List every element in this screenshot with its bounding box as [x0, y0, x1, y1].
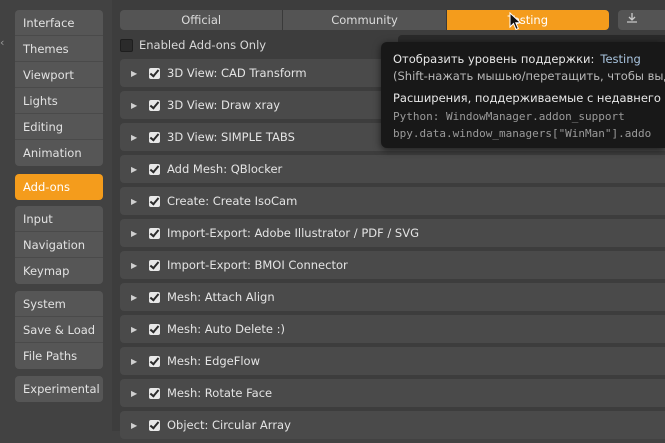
expand-arrow-icon[interactable]: ▶	[131, 325, 141, 334]
sidebar-item-editing[interactable]: Editing	[15, 114, 103, 140]
enable-checkbox[interactable]	[149, 355, 160, 367]
sidebar-item-file-paths[interactable]: File Paths	[15, 343, 103, 369]
tooltip-python-1: Python: WindowManager.addon_support	[393, 110, 625, 123]
sidebar-group-addons: Add-ons	[15, 174, 103, 200]
addon-row[interactable]: ▶ Mesh: Rotate Face	[120, 379, 665, 407]
enable-checkbox[interactable]	[149, 291, 160, 303]
enable-checkbox[interactable]	[149, 195, 160, 207]
enabled-only-label: Enabled Add-ons Only	[139, 38, 267, 52]
enable-checkbox[interactable]	[149, 419, 160, 431]
collapse-edge-icon[interactable]: ‹	[0, 36, 5, 56]
addon-name: Mesh: Rotate Face	[167, 386, 273, 400]
download-icon	[627, 13, 637, 23]
sidebar-item-addons[interactable]: Add-ons	[15, 174, 103, 200]
sidebar-group-input: Input Navigation Keymap	[15, 206, 103, 284]
sidebar-item-viewport[interactable]: Viewport	[15, 62, 103, 88]
sidebar-item-input[interactable]: Input	[15, 206, 103, 232]
tooltip-value: Testing	[600, 52, 641, 66]
addon-row[interactable]: ▶ Mesh: EdgeFlow	[120, 347, 665, 375]
enable-checkbox[interactable]	[149, 323, 160, 335]
sidebar-item-keymap[interactable]: Keymap	[15, 258, 103, 284]
sidebar-item-themes[interactable]: Themes	[15, 36, 103, 62]
tab-official[interactable]: Official	[120, 10, 284, 30]
addon-name: 3D View: SIMPLE TABS	[167, 130, 295, 144]
expand-arrow-icon[interactable]: ▶	[131, 421, 141, 430]
addon-row[interactable]: ▶ Import-Export: Adobe Illustrator / PDF …	[120, 219, 665, 247]
preferences-sidebar: ‹ Interface Themes Viewport Lights Editi…	[0, 0, 112, 431]
enable-checkbox[interactable]	[149, 131, 160, 143]
addon-name: Add Mesh: QBlocker	[167, 162, 283, 176]
enable-checkbox[interactable]	[149, 99, 160, 111]
addon-name: Import-Export: Adobe Illustrator / PDF /…	[167, 226, 419, 240]
tooltip-title-text: Отобразить уровень поддержки:	[393, 52, 595, 66]
expand-arrow-icon[interactable]: ▶	[131, 389, 141, 398]
expand-arrow-icon[interactable]: ▶	[131, 229, 141, 238]
addon-row[interactable]: ▶ Create: Create IsoCam	[120, 187, 665, 215]
addon-name: Object: Circular Array	[167, 418, 291, 432]
addon-name: 3D View: CAD Transform	[167, 66, 307, 80]
enable-checkbox[interactable]	[149, 163, 160, 175]
addon-name: Mesh: Attach Align	[167, 290, 275, 304]
sidebar-group-general: Interface Themes Viewport Lights Editing…	[15, 10, 103, 166]
mouse-cursor-icon	[509, 12, 522, 31]
expand-arrow-icon[interactable]: ▶	[131, 133, 141, 142]
tooltip: Отобразить уровень поддержки: Testing (Sh…	[381, 42, 665, 148]
enable-checkbox[interactable]	[149, 67, 160, 79]
addon-row[interactable]: ▶ Import-Export: BMOI Connector	[120, 251, 665, 279]
sidebar-item-lights[interactable]: Lights	[15, 88, 103, 114]
sidebar-item-system[interactable]: System	[15, 291, 103, 317]
addon-name: Import-Export: BMOI Connector	[167, 258, 348, 272]
addon-row[interactable]: ▶ Add Mesh: QBlocker	[120, 155, 665, 183]
addon-name: Mesh: EdgeFlow	[167, 354, 260, 368]
sidebar-item-interface[interactable]: Interface	[15, 10, 103, 36]
expand-arrow-icon[interactable]: ▶	[131, 165, 141, 174]
expand-arrow-icon[interactable]: ▶	[131, 101, 141, 110]
sidebar-item-experimental[interactable]: Experimental	[15, 376, 103, 402]
sidebar-group-system: System Save & Load File Paths	[15, 291, 103, 369]
addon-row[interactable]: ▶ Mesh: Attach Align	[120, 283, 665, 311]
expand-arrow-icon[interactable]: ▶	[131, 69, 141, 78]
addon-name: Mesh: Auto Delete :)	[167, 322, 285, 336]
expand-arrow-icon[interactable]: ▶	[131, 261, 141, 270]
tooltip-python-2: bpy.data.window_managers["WinMan"].addo	[393, 127, 652, 140]
tooltip-description: Расширения, поддерживаемые с недавнего в	[393, 91, 665, 105]
expand-arrow-icon[interactable]: ▶	[131, 293, 141, 302]
addon-name: Create: Create IsoCam	[167, 194, 298, 208]
tab-community[interactable]: Community	[283, 10, 447, 30]
addon-row[interactable]: ▶ Object: Circular Array	[120, 411, 665, 439]
sidebar-item-animation[interactable]: Animation	[15, 140, 103, 166]
checkbox-box	[120, 38, 133, 52]
expand-arrow-icon[interactable]: ▶	[131, 197, 141, 206]
tooltip-hint: (Shift-нажать мышью/перетащить, чтобы вы…	[393, 69, 665, 83]
enabled-only-checkbox[interactable]: Enabled Add-ons Only	[120, 37, 266, 53]
sidebar-item-navigation[interactable]: Navigation	[15, 232, 103, 258]
support-level-tabs: Official Community Testing	[120, 10, 609, 30]
addon-name: 3D View: Draw xray	[167, 98, 281, 112]
sidebar-item-save-load[interactable]: Save & Load	[15, 317, 103, 343]
install-button[interactable]	[618, 10, 665, 30]
sidebar-group-experimental: Experimental	[15, 376, 103, 402]
enable-checkbox[interactable]	[149, 259, 160, 271]
addon-row[interactable]: ▶ Mesh: Auto Delete :)	[120, 315, 665, 343]
enable-checkbox[interactable]	[149, 387, 160, 399]
tab-testing[interactable]: Testing	[446, 10, 609, 30]
enable-checkbox[interactable]	[149, 227, 160, 239]
expand-arrow-icon[interactable]: ▶	[131, 357, 141, 366]
tooltip-title: Отобразить уровень поддержки: Testing	[393, 52, 641, 66]
